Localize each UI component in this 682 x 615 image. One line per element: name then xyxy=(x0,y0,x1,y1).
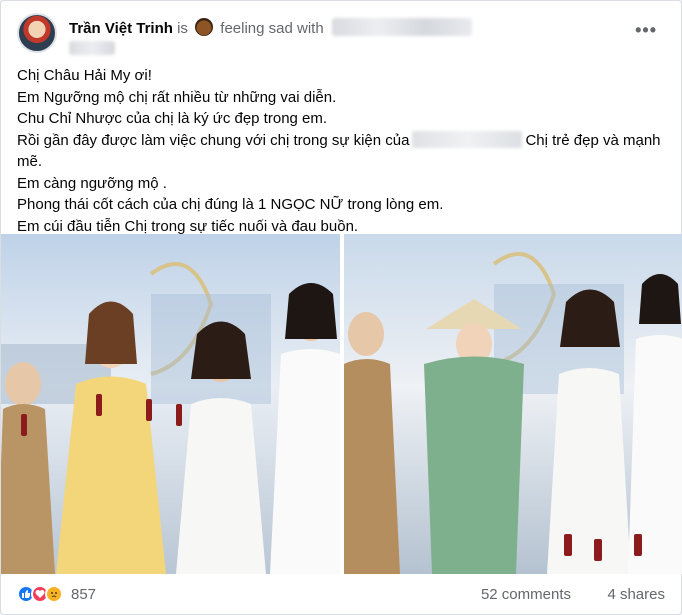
shares-count[interactable]: 4 shares xyxy=(607,586,665,603)
more-options-icon[interactable]: ••• xyxy=(635,21,657,39)
comments-count[interactable]: 52 comments xyxy=(481,586,571,603)
sad-icon xyxy=(45,585,63,603)
post-photo-right[interactable] xyxy=(344,234,682,574)
header-line: Trần Việt Trinh is feeling sad with xyxy=(69,18,472,39)
post-line: Rồi gần đây được làm việc chung với chị … xyxy=(17,130,667,173)
post-line: Em Ngưỡng mộ chị rất nhiều từ những vai … xyxy=(17,88,337,106)
author-name[interactable]: Trần Việt Trinh xyxy=(69,20,173,37)
post-line-part: Rồi gần đây được làm việc chung với chị … xyxy=(17,131,410,149)
reaction-count: 857 xyxy=(71,586,97,603)
post-card: Trần Việt Trinh is feeling sad with ••• … xyxy=(0,0,682,615)
feeling-sad-icon xyxy=(195,18,214,36)
photo-left-illustration xyxy=(1,262,340,574)
post-line: Phong thái cốt cách của chị đúng là 1 NG… xyxy=(17,196,444,213)
feeling-text: feeling sad with xyxy=(220,20,324,37)
blurred-tagged-name xyxy=(331,18,472,36)
post-header: Trần Việt Trinh is feeling sad with ••• xyxy=(17,11,665,59)
author-avatar[interactable] xyxy=(17,13,57,53)
blurred-event-name xyxy=(412,130,523,148)
post-line: Chu Chỉ Nhược của chị là ký ức đẹp trong… xyxy=(17,110,328,127)
post-line: Chị Châu Hải My ơi! xyxy=(17,67,152,84)
post-photo-left[interactable] xyxy=(1,234,340,574)
post-text: Chị Châu Hải My ơi! Em Ngưỡng mộ chị rất… xyxy=(17,65,667,237)
photo-right-illustration xyxy=(344,252,682,574)
post-footer: 857 52 comments 4 shares xyxy=(17,581,665,609)
post-line: Em càng ngưỡng mộ . xyxy=(17,174,167,192)
is-text: is xyxy=(177,20,188,37)
blurred-post-meta xyxy=(69,41,115,55)
